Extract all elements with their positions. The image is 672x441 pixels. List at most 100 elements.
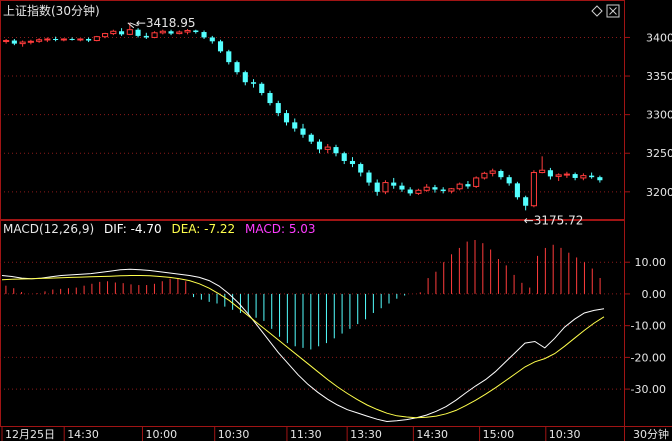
candle-body bbox=[465, 184, 471, 187]
candle-body bbox=[539, 169, 546, 174]
candle bbox=[242, 70, 248, 86]
macd-tick-label: 0.00 bbox=[642, 288, 667, 301]
candle bbox=[423, 184, 430, 192]
candle-body bbox=[366, 172, 372, 183]
candle bbox=[36, 38, 43, 43]
candle-body bbox=[283, 113, 290, 123]
candle bbox=[308, 133, 314, 144]
candle-body bbox=[530, 172, 537, 207]
candle-body bbox=[399, 185, 405, 190]
candle-body bbox=[168, 31, 174, 34]
price-annotation: ←3418.95 bbox=[127, 16, 196, 30]
price-tick-label: 3250 bbox=[646, 147, 672, 160]
time-tick-label: 10:30 bbox=[218, 428, 250, 441]
close-icon[interactable] bbox=[606, 4, 620, 18]
candle-body bbox=[597, 177, 603, 181]
candle bbox=[19, 40, 26, 47]
candle-body bbox=[589, 175, 595, 178]
price-tick-label: 3400 bbox=[646, 31, 672, 44]
candle-body bbox=[3, 40, 10, 43]
candle bbox=[489, 168, 496, 177]
candle-body bbox=[382, 182, 389, 193]
candle bbox=[374, 179, 380, 196]
candle bbox=[250, 79, 257, 88]
macd-name: MACD(12,26,9) bbox=[3, 222, 94, 236]
candle-body bbox=[93, 36, 100, 42]
candle bbox=[176, 30, 183, 35]
candle bbox=[481, 171, 488, 180]
candle-body bbox=[242, 72, 248, 83]
price-tick-label: 3300 bbox=[646, 109, 672, 122]
candle-body bbox=[415, 189, 422, 194]
candle bbox=[217, 39, 224, 53]
candle bbox=[407, 187, 413, 196]
candle-body bbox=[201, 32, 207, 38]
candle-body bbox=[423, 186, 430, 191]
candle bbox=[209, 35, 215, 44]
candle bbox=[358, 162, 364, 177]
candle bbox=[77, 38, 84, 42]
candle-body bbox=[69, 38, 75, 40]
candle bbox=[473, 176, 480, 188]
candle bbox=[27, 39, 34, 45]
candle bbox=[234, 60, 240, 75]
candle-body bbox=[523, 197, 529, 206]
candle bbox=[259, 82, 265, 96]
candle bbox=[563, 171, 570, 178]
candle bbox=[341, 151, 347, 165]
candlestick-series bbox=[3, 22, 603, 211]
candle-body bbox=[19, 41, 26, 45]
stock-chart[interactable]: 3400 3350 3300 3250 3200 10.00 0.00 -10.00 -20.… bbox=[0, 0, 672, 441]
candle bbox=[589, 172, 595, 179]
candle bbox=[86, 37, 92, 43]
candle-body bbox=[259, 83, 265, 94]
candle-body bbox=[572, 174, 578, 178]
time-tick-label: 12月25日 bbox=[5, 428, 55, 441]
candle-body bbox=[456, 183, 463, 190]
candle-body bbox=[580, 175, 587, 179]
candle-body bbox=[11, 40, 17, 44]
candle bbox=[572, 172, 578, 181]
macd-header: MACD(12,26,9) DIF: -4.70 DEA: -7.22 MACD… bbox=[3, 222, 316, 236]
candle bbox=[465, 181, 471, 189]
candle bbox=[275, 100, 281, 117]
candle bbox=[267, 90, 273, 106]
candle bbox=[415, 188, 422, 195]
candle bbox=[11, 38, 17, 46]
price-y-axis: 3400 3350 3300 3250 3200 bbox=[624, 31, 672, 199]
annotation-label: ←3175.72 bbox=[524, 214, 584, 228]
candle bbox=[193, 29, 199, 34]
candle bbox=[440, 187, 446, 194]
candle-body bbox=[60, 38, 67, 41]
candle bbox=[292, 118, 298, 132]
price-tick-label: 3350 bbox=[646, 70, 672, 83]
price-tick-label: 3200 bbox=[646, 186, 672, 199]
candle-body bbox=[292, 122, 298, 129]
time-tick-label: 14:30 bbox=[416, 428, 448, 441]
candle bbox=[391, 177, 397, 189]
candle bbox=[456, 182, 463, 191]
macd-tick-label: -30.00 bbox=[631, 383, 666, 396]
candle bbox=[93, 35, 100, 42]
candle-body bbox=[349, 160, 356, 165]
candle bbox=[300, 123, 306, 138]
candle-body bbox=[473, 177, 480, 187]
time-x-axis: 12月25日 14:30 10:00 10:30 11:30 13:30 14:30 15:0… bbox=[1, 426, 669, 441]
candle bbox=[382, 180, 389, 195]
candle bbox=[349, 157, 356, 168]
candle bbox=[159, 29, 166, 35]
candle-body bbox=[333, 147, 339, 154]
candle bbox=[226, 49, 232, 65]
candle-body bbox=[341, 153, 347, 161]
candle-body bbox=[481, 172, 488, 179]
candle-body bbox=[358, 164, 364, 173]
candle bbox=[547, 167, 553, 180]
candle bbox=[151, 31, 158, 39]
diamond-icon[interactable] bbox=[591, 5, 603, 17]
candle-body bbox=[407, 189, 413, 194]
macd-grid bbox=[0, 261, 624, 390]
candle bbox=[201, 30, 207, 39]
candle bbox=[324, 143, 331, 154]
candle-body bbox=[234, 62, 240, 73]
candle bbox=[102, 32, 109, 39]
